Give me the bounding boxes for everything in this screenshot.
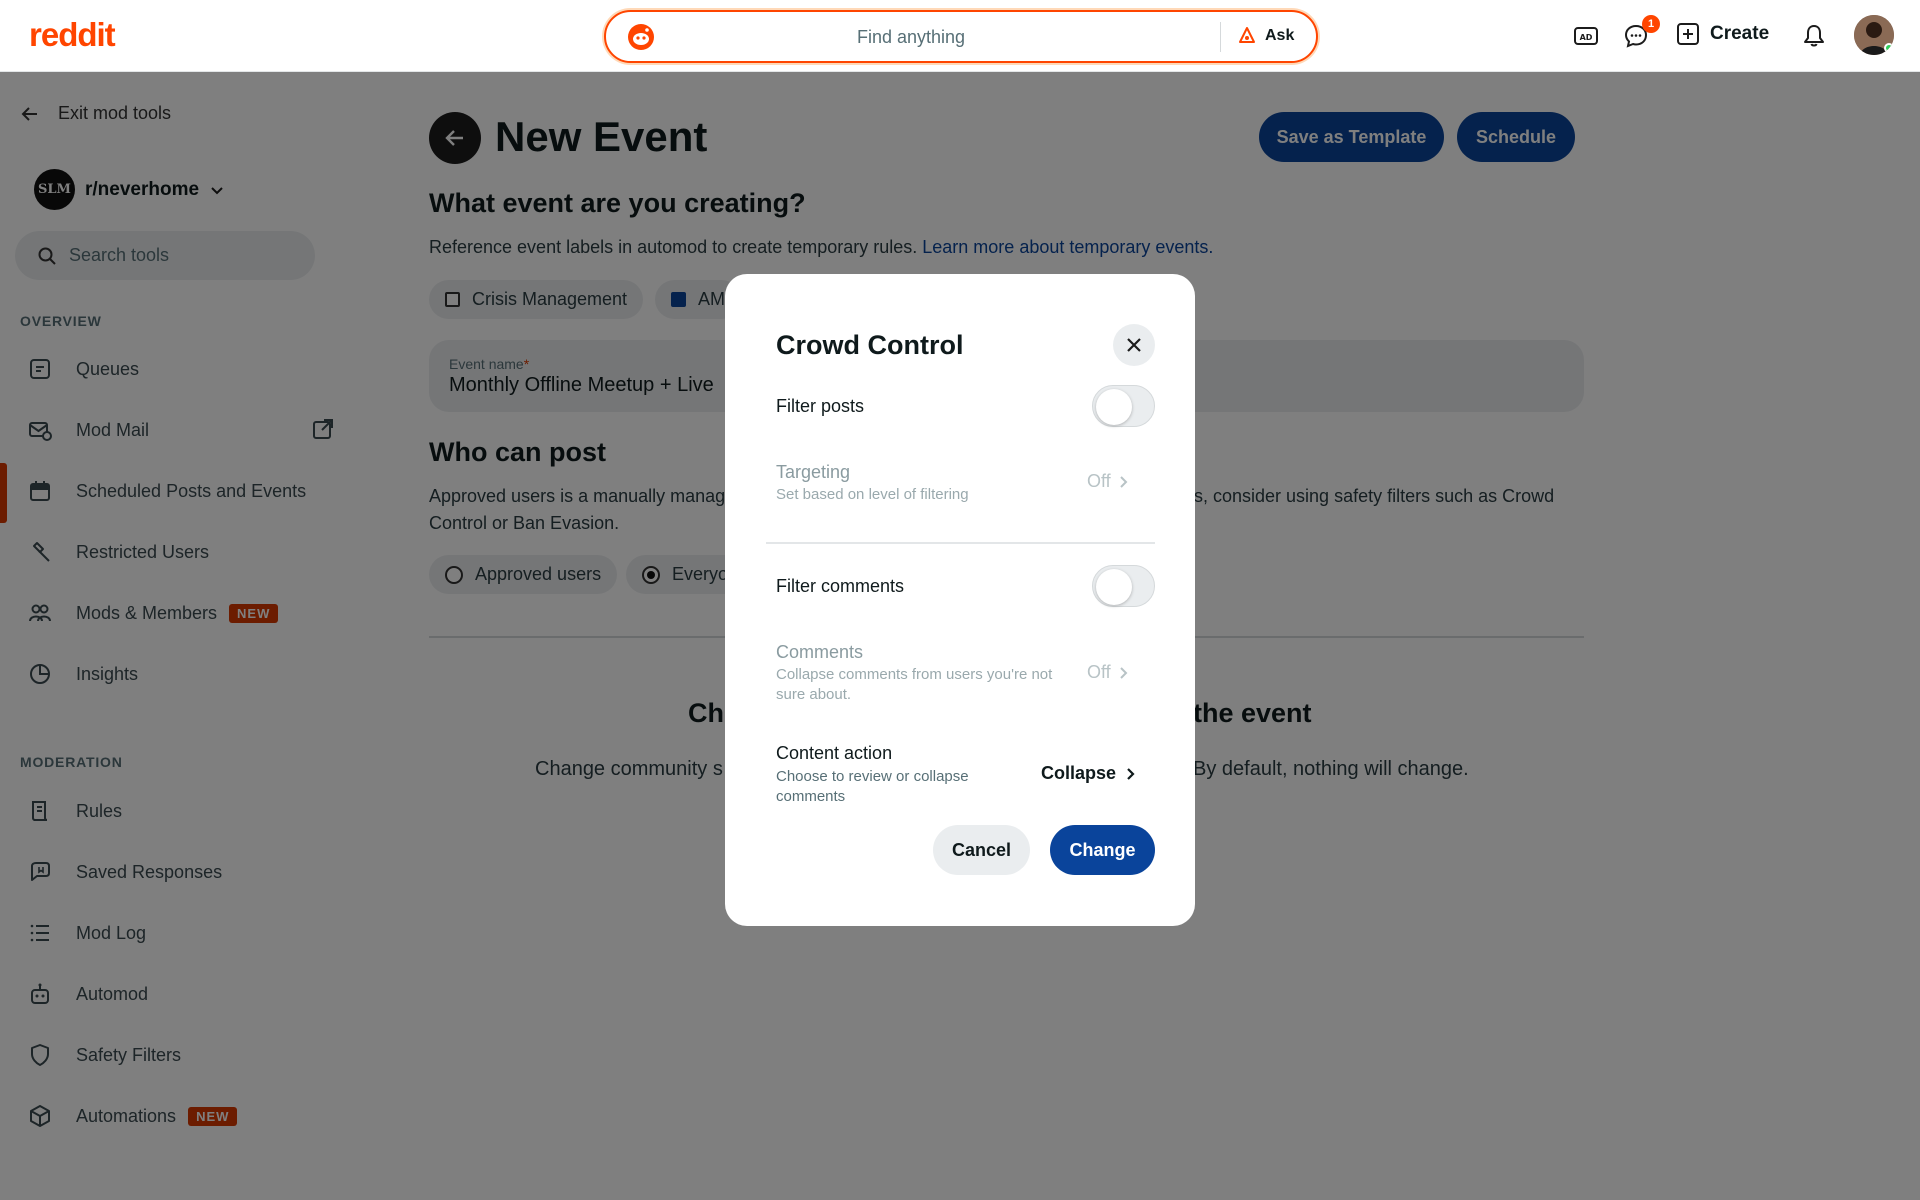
filter-posts-toggle[interactable] bbox=[1092, 385, 1155, 427]
cancel-button[interactable]: Cancel bbox=[933, 825, 1030, 875]
create-button[interactable]: Create bbox=[1676, 22, 1769, 46]
targeting-label: Targeting bbox=[776, 462, 851, 482]
reddit-logo[interactable]: reddit bbox=[29, 16, 116, 54]
content-action-value: Collapse bbox=[1041, 763, 1117, 783]
chevron-right-icon bbox=[1119, 666, 1128, 679]
ask-label: Ask bbox=[1265, 27, 1295, 44]
toggle-knob bbox=[1096, 569, 1132, 605]
search-placeholder[interactable]: Find anything bbox=[606, 27, 1216, 48]
comments-label: Comments bbox=[776, 642, 864, 662]
toggle-knob bbox=[1096, 389, 1132, 425]
ask-button[interactable]: Ask bbox=[1237, 26, 1294, 46]
filter-posts-label: Filter posts bbox=[776, 396, 865, 416]
modal-title: Crowd Control bbox=[776, 330, 964, 360]
content-action-description: Choose to review or collapse comments bbox=[776, 768, 969, 805]
top-bar: reddit Find anything Ask AD 1 Create bbox=[0, 0, 1920, 72]
modal-divider bbox=[766, 542, 1155, 544]
comments-setting: Off bbox=[1087, 662, 1129, 683]
user-avatar[interactable] bbox=[1854, 15, 1894, 55]
targeting-setting: Off bbox=[1087, 471, 1129, 492]
search-divider bbox=[1220, 22, 1221, 52]
filter-comments-toggle[interactable] bbox=[1092, 565, 1155, 607]
advertise-icon[interactable]: AD bbox=[1572, 22, 1600, 50]
chevron-right-icon bbox=[1127, 767, 1135, 780]
change-button[interactable]: Change bbox=[1050, 825, 1155, 875]
content-action-selector[interactable]: Collapse bbox=[1041, 763, 1136, 784]
online-indicator bbox=[1884, 43, 1894, 53]
bell-icon[interactable] bbox=[1800, 22, 1828, 50]
content-action-label: Content action bbox=[776, 743, 893, 763]
targeting-description: Set based on level of filtering bbox=[776, 486, 969, 503]
comments-description: Collapse comments from users you're not … bbox=[776, 666, 1053, 703]
crowd-control-modal: Crowd Control Filter posts Targeting Set… bbox=[725, 274, 1195, 926]
chevron-right-icon bbox=[1119, 475, 1128, 488]
chat-badge: 1 bbox=[1642, 15, 1660, 33]
filter-comments-label: Filter comments bbox=[776, 576, 905, 596]
create-icon bbox=[1677, 23, 1699, 45]
global-search[interactable]: Find anything Ask bbox=[604, 10, 1318, 63]
ask-icon bbox=[1239, 27, 1255, 43]
targeting-value: Off bbox=[1087, 471, 1111, 491]
close-button[interactable] bbox=[1113, 324, 1155, 366]
close-icon bbox=[1127, 338, 1141, 352]
create-label: Create bbox=[1710, 23, 1770, 44]
comments-value: Off bbox=[1087, 662, 1111, 682]
svg-text:AD: AD bbox=[1580, 33, 1593, 42]
